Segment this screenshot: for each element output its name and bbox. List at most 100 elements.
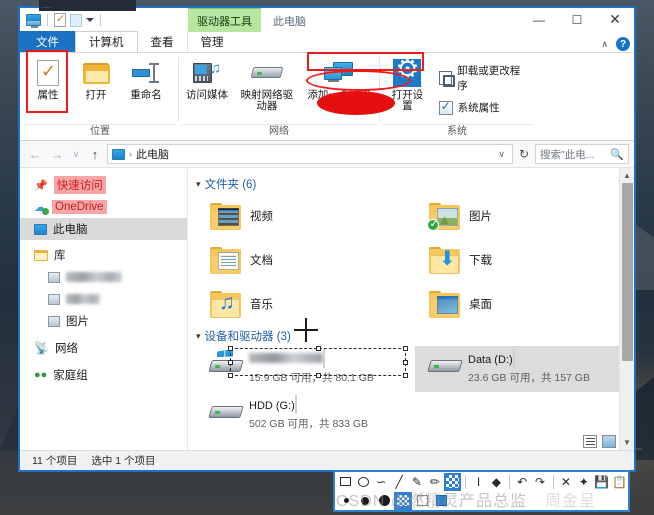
this-pc-icon[interactable] [26, 14, 41, 28]
quick-access-toolbar[interactable] [26, 12, 103, 28]
copy-tool-icon[interactable]: 📋 [611, 473, 628, 491]
text-tool-icon[interactable]: I [470, 473, 487, 491]
drive-name: HDD (G:) [249, 400, 295, 412]
folder-tile-documents[interactable]: 文档 [196, 238, 415, 282]
chevron-down-icon[interactable]: ▾ [196, 331, 201, 342]
breadcrumb[interactable]: › 此电脑 ∨ [107, 144, 513, 164]
collapse-ribbon-icon[interactable]: ∧ [601, 39, 608, 50]
divider [465, 474, 467, 489]
search-input[interactable]: 搜索"此电... 🔍 [535, 144, 629, 164]
pin-tool-icon[interactable]: ✦ [575, 473, 592, 491]
sidebar-item-label: 库 [54, 250, 66, 262]
sidebar-item-blurred-2[interactable] [20, 288, 187, 310]
new-folder-icon[interactable] [70, 13, 82, 27]
rectangle-tool-icon[interactable] [337, 473, 354, 491]
drive-tile-data[interactable]: Data (D:) 23.6 GB 可用，共 157 GB [415, 346, 634, 392]
sidebar-item-this-pc[interactable]: 此电脑 [20, 218, 187, 240]
sidebar-item-network[interactable]: 📡 网络 [20, 337, 187, 359]
tab-view[interactable]: 查看 [138, 31, 187, 52]
drives-group-header[interactable]: ▾ 设备和驱动器 (3) [196, 328, 634, 344]
scroll-up-button[interactable]: ▲ [623, 168, 631, 183]
properties-button-label: 属性 [37, 89, 59, 101]
onedrive-cloud-icon: ☁ [34, 200, 49, 215]
sidebar-item-label: 此电脑 [53, 224, 88, 236]
sidebar-item-quick-access[interactable]: 📌 快速访问 [20, 174, 187, 196]
wave-line-tool-icon[interactable]: ∽ [373, 473, 390, 491]
minimize-button[interactable]: — [520, 8, 558, 31]
rename-button[interactable]: 重命名 [120, 57, 172, 103]
open-button[interactable]: 打开 [72, 57, 120, 103]
color-picker-icon[interactable] [432, 492, 450, 510]
windows-drive-icon [208, 350, 244, 378]
system-properties-button[interactable]: 系统属性 [435, 98, 532, 117]
up-button[interactable]: ↑ [85, 144, 105, 164]
redo-tool-icon[interactable]: ↷ [532, 473, 549, 491]
forward-button[interactable]: → [47, 144, 67, 164]
tab-file[interactable]: 文件 [20, 31, 75, 52]
folder-label: 桌面 [469, 299, 492, 311]
eraser-tool-icon[interactable]: ◆ [488, 473, 505, 491]
scrollbar-track[interactable] [620, 183, 634, 435]
contextual-tab-drive-tools[interactable]: 驱动器工具 [188, 8, 261, 32]
folder-tile-desktop[interactable]: 桌面 [415, 282, 634, 326]
undo-tool-icon[interactable]: ↶ [514, 473, 531, 491]
refresh-icon[interactable]: ↻ [515, 147, 533, 161]
access-media-button[interactable]: ♫ 访问媒体 [181, 57, 233, 103]
dot-large-icon[interactable] [375, 492, 393, 510]
properties-button[interactable]: 属性 [24, 57, 72, 103]
open-folder-icon [82, 59, 110, 87]
ribbon-tab-right-controls: ∧ ? [601, 37, 630, 51]
pencil-tool-icon[interactable]: ✎ [409, 473, 426, 491]
line-tool-icon[interactable]: ╱ [391, 473, 408, 491]
drive-capacity-bar [512, 349, 515, 368]
divider [508, 474, 510, 489]
vertical-scrollbar[interactable]: ▲ ▼ [619, 168, 634, 450]
access-media-button-label: 访问媒体 [186, 89, 228, 101]
sidebar-item-homegroup[interactable]: ●● 家庭组 [20, 364, 187, 386]
chevron-down-icon[interactable]: ∨ [495, 149, 508, 160]
back-button[interactable]: ← [25, 144, 45, 164]
sidebar-item-blurred-1[interactable] [20, 266, 187, 288]
close-tool-icon[interactable]: ✕ [557, 473, 574, 491]
properties-icon[interactable] [54, 12, 66, 27]
folder-tile-pictures[interactable]: 图片 [415, 194, 634, 238]
dot-medium-icon[interactable] [356, 492, 374, 510]
recent-locations-button[interactable]: ∨ [69, 144, 83, 164]
drive-tile-system[interactable]: 15.9 GB 可用，共 80.1 GB [196, 346, 415, 392]
chevron-down-icon[interactable] [86, 18, 94, 22]
tab-manage[interactable]: 管理 [186, 31, 237, 52]
folder-tile-videos[interactable]: 视频 [196, 194, 415, 238]
sidebar-item-onedrive[interactable]: ☁ OneDrive [20, 196, 187, 218]
chevron-down-icon[interactable]: ▾ [196, 179, 201, 190]
color-swatch-white-icon[interactable] [413, 492, 431, 510]
folder-label: 图片 [469, 211, 492, 223]
breadcrumb-separator: › [129, 149, 132, 159]
highlighter-tool-icon[interactable]: ✏ [426, 473, 443, 491]
status-item-count: 11 个项目 [32, 455, 78, 467]
map-network-drive-button[interactable]: 映射网络驱动器 [233, 57, 301, 114]
drive-info: 15.9 GB 可用，共 80.1 GB [249, 348, 409, 385]
help-icon[interactable]: ? [616, 37, 630, 51]
sidebar-item-libraries[interactable]: 库 [20, 244, 187, 266]
uninstall-or-change-program-button[interactable]: 卸载或更改程序 [435, 61, 532, 95]
save-tool-icon[interactable]: 💾 [593, 473, 610, 491]
mosaic-tool-icon[interactable] [444, 472, 462, 491]
sidebar-item-pictures[interactable]: 图片 [20, 310, 187, 332]
folder-tile-downloads[interactable]: 下载 [415, 238, 634, 282]
sidebar-item-label: 快速访问 [53, 176, 106, 194]
folder-label: 视频 [250, 211, 273, 223]
scroll-down-button[interactable]: ▼ [623, 435, 631, 450]
folders-group-header[interactable]: ▾ 文件夹 (6) [196, 176, 634, 192]
map-network-drive-button-label: 映射网络驱动器 [240, 89, 294, 112]
large-icons-view-button[interactable] [602, 435, 616, 448]
search-icon: 🔍 [610, 148, 624, 161]
ellipse-tool-icon[interactable] [355, 473, 372, 491]
maximize-button[interactable]: ☐ [558, 8, 596, 31]
mosaic-swatch-icon[interactable] [394, 491, 412, 510]
drive-tile-hdd[interactable]: HDD (G:) 502 GB 可用，共 833 GB [196, 392, 415, 438]
scrollbar-thumb[interactable] [622, 183, 633, 361]
tab-computer[interactable]: 计算机 [75, 31, 138, 52]
close-button[interactable]: ✕ [596, 8, 634, 31]
dot-small-icon[interactable] [337, 492, 355, 510]
details-view-button[interactable] [583, 435, 597, 448]
